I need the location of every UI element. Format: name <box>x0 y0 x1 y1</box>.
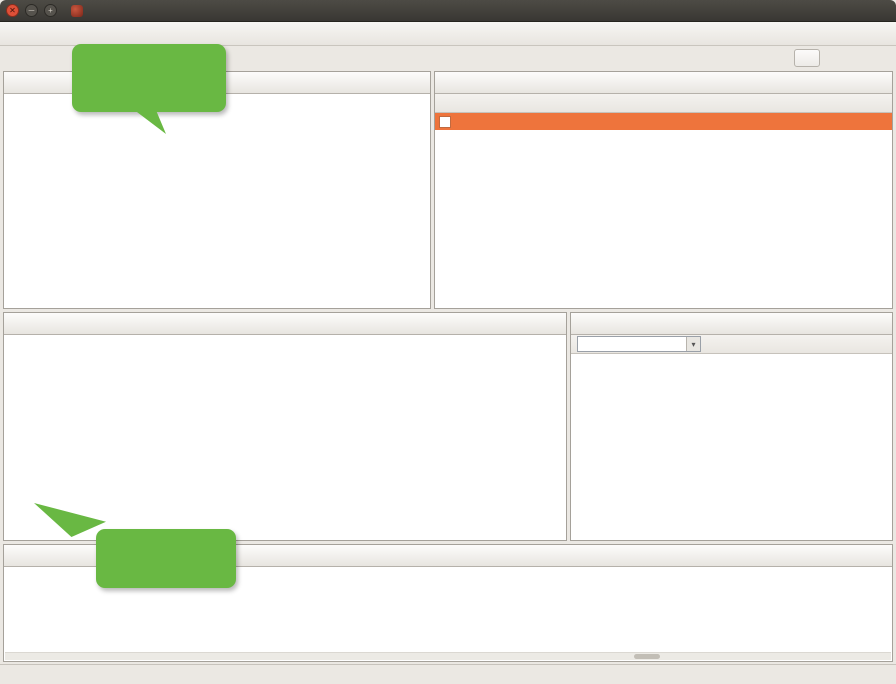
debug-view-tabs <box>4 72 6 93</box>
scrollbar-thumb[interactable] <box>634 654 660 659</box>
breakpoints-view-controls <box>888 72 892 93</box>
status-bar <box>0 664 896 684</box>
breakpoints-view <box>434 71 893 309</box>
debug-view-controls <box>426 72 430 93</box>
editor-header <box>4 313 566 335</box>
console-view-controls <box>888 545 892 566</box>
main-toolbar <box>0 22 896 46</box>
editor <box>3 312 567 541</box>
horizontal-scrollbar[interactable] <box>5 652 891 660</box>
debug-tree <box>4 94 430 308</box>
window-close-button[interactable]: ✕ <box>6 4 19 17</box>
breakpoint-item[interactable] <box>435 113 892 130</box>
callout-function-halted <box>72 44 226 112</box>
breakpoints-view-tabs <box>435 72 437 93</box>
eclipse-icon <box>71 5 83 17</box>
disassembly-view: ▾ <box>570 312 893 541</box>
quick-access-button[interactable] <box>794 49 820 67</box>
window-maximize-button[interactable]: + <box>44 4 57 17</box>
callout-line-halted <box>96 529 236 588</box>
breakpoints-view-header <box>435 72 892 94</box>
combo-dropdown-icon[interactable]: ▾ <box>686 337 700 351</box>
disassembly-view-header <box>571 313 892 335</box>
editor-tabs <box>4 313 6 334</box>
disassembly-listing[interactable] <box>571 354 892 540</box>
breakpoint-checkbox[interactable] <box>439 116 451 128</box>
console-view-tabs <box>4 545 6 566</box>
location-combo[interactable]: ▾ <box>577 336 701 352</box>
breakpoints-list <box>435 113 892 308</box>
window-minimize-button[interactable]: ─ <box>25 4 38 17</box>
disassembly-view-controls <box>888 313 892 334</box>
disassembly-toolbar: ▾ <box>571 335 892 354</box>
breakpoints-toolbar <box>435 94 892 113</box>
disassembly-view-tabs <box>571 313 573 334</box>
title-bar: ✕ ─ + <box>0 0 896 22</box>
editor-controls <box>562 313 566 334</box>
code-area[interactable] <box>4 335 566 540</box>
location-input[interactable] <box>578 337 686 351</box>
